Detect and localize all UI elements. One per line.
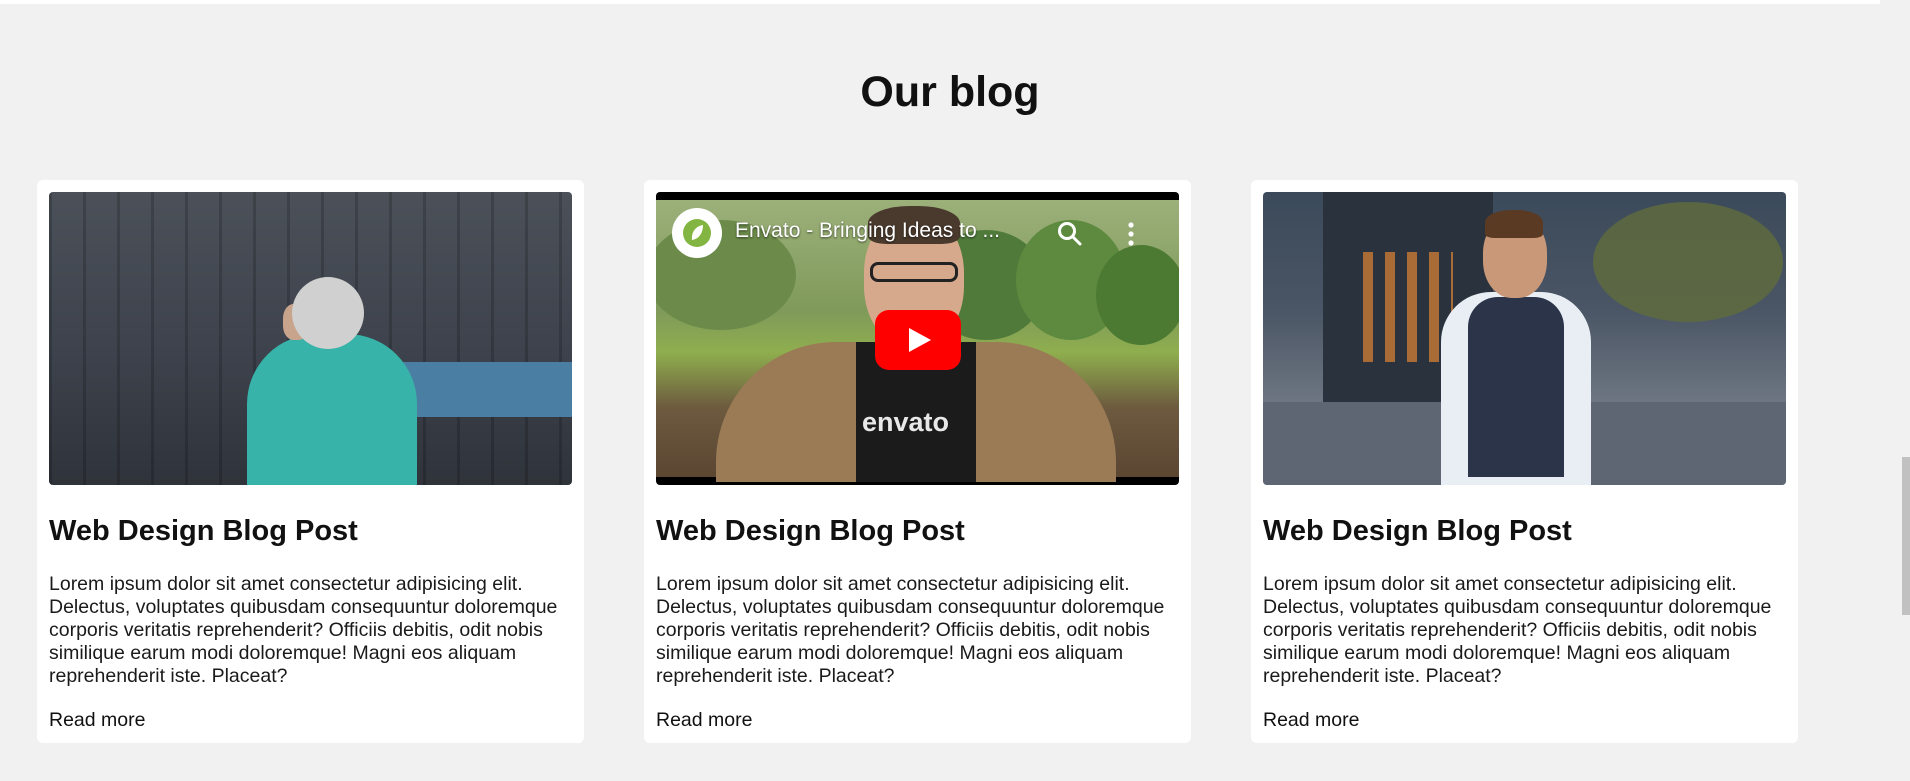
- blog-post-excerpt: Lorem ipsum dolor sit amet consectetur a…: [49, 573, 558, 687]
- blog-post-title: Web Design Blog Post: [49, 515, 358, 547]
- channel-avatar[interactable]: [672, 208, 722, 258]
- blog-post-title: Web Design Blog Post: [656, 515, 965, 547]
- envato-leaf-icon: [683, 219, 711, 247]
- blog-post-image: [1263, 192, 1786, 485]
- section-title: Our blog: [860, 68, 1040, 116]
- search-icon[interactable]: [1056, 220, 1084, 248]
- blog-card: Web Design Blog Post Lorem ipsum dolor s…: [1251, 180, 1798, 743]
- blog-card: envato Envato - Bringing Ideas to ... We…: [644, 180, 1191, 743]
- top-strip: [0, 0, 1880, 4]
- envato-shirt-logo: envato: [862, 407, 950, 437]
- more-options-icon[interactable]: [1124, 220, 1138, 248]
- scrollbar-thumb[interactable]: [1902, 457, 1910, 615]
- blog-card: Web Design Blog Post Lorem ipsum dolor s…: [37, 180, 584, 743]
- video-title[interactable]: Envato - Bringing Ideas to ...: [735, 219, 1000, 243]
- blog-post-excerpt: Lorem ipsum dolor sit amet consectetur a…: [1263, 573, 1772, 687]
- blog-post-image: [49, 192, 572, 485]
- read-more-link[interactable]: Read more: [1263, 709, 1359, 732]
- read-more-link[interactable]: Read more: [49, 709, 145, 732]
- blog-post-excerpt: Lorem ipsum dolor sit amet consectetur a…: [656, 573, 1165, 687]
- read-more-link[interactable]: Read more: [656, 709, 752, 732]
- play-button[interactable]: [875, 310, 961, 370]
- youtube-video-embed[interactable]: envato Envato - Bringing Ideas to ...: [656, 192, 1179, 485]
- blog-post-title: Web Design Blog Post: [1263, 515, 1572, 547]
